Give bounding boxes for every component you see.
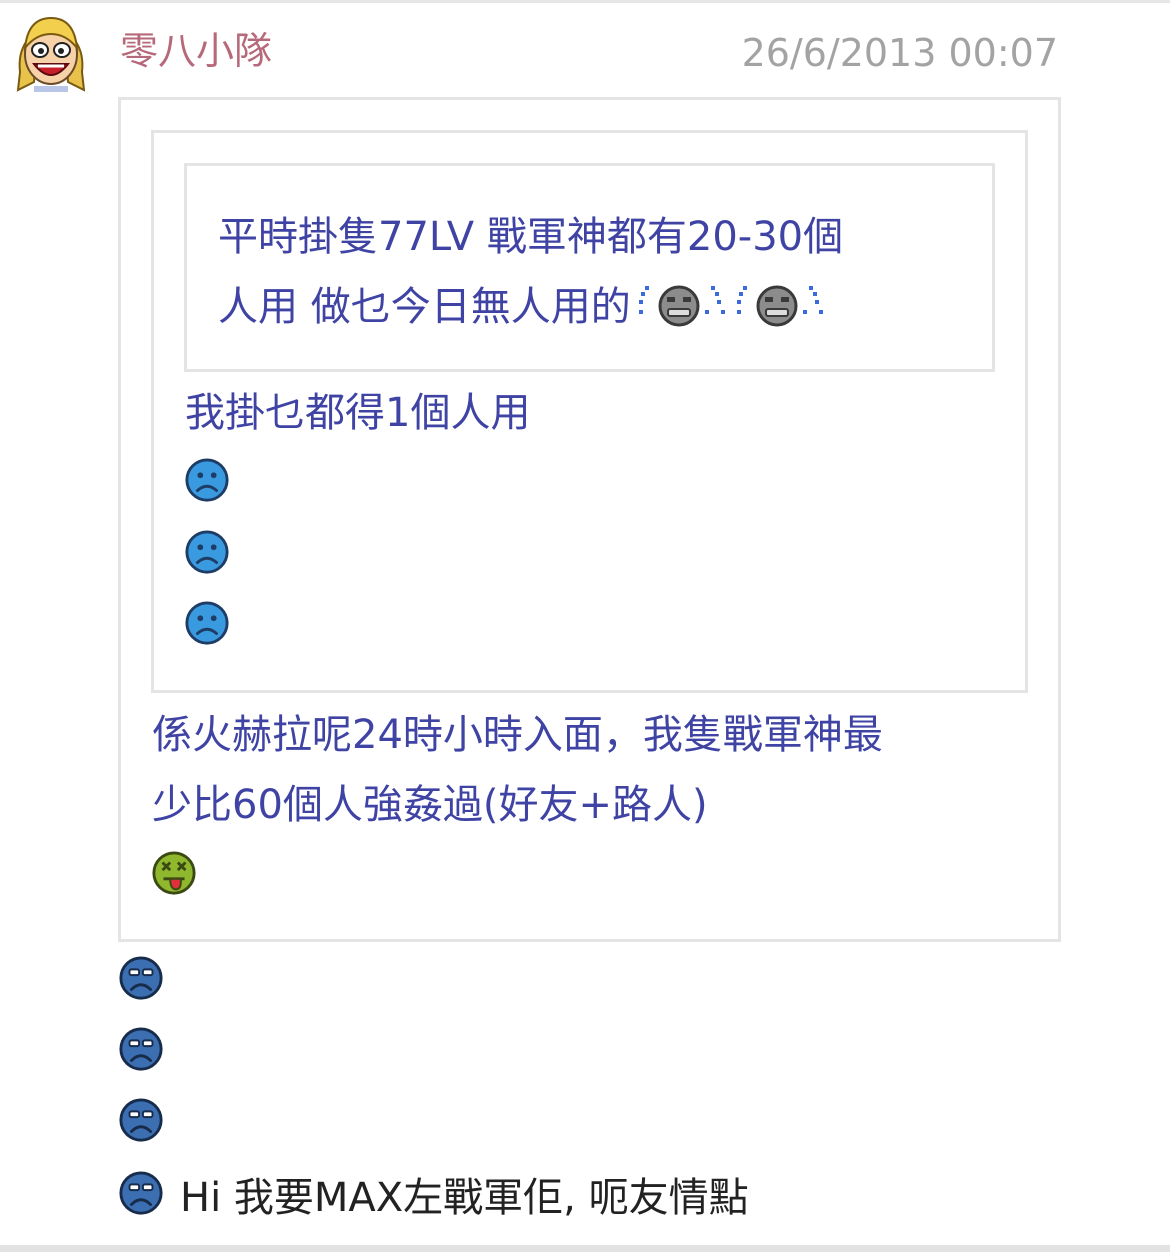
reply-text: Hi 我要MAX左戰軍佢, 呃友情點: [180, 1175, 749, 1221]
bottom-divider: [0, 1245, 1170, 1252]
quote-middle-text: 我掛乜都得1個人用: [185, 390, 531, 436]
quote-inner-line2-row: 人用 做乜今日無人用的: [218, 272, 827, 342]
frown-face-icon: [118, 1170, 164, 1216]
post-timestamp: 26/6/2013 00:07: [741, 31, 1058, 75]
avatar-image: [16, 16, 86, 92]
username[interactable]: 零八小隊: [120, 28, 272, 74]
sad-face-icon: [184, 457, 230, 503]
top-divider: [0, 0, 1170, 3]
avatar[interactable]: [12, 12, 90, 92]
quote-inner-line1: 平時掛隻77LV 戰軍神都有20-30個: [218, 214, 844, 260]
sick-face-icon: [151, 850, 197, 896]
frown-face-icon: [118, 955, 164, 1001]
quote-outer-line1: 係火赫拉呢24時小時入面，我隻戰軍神最: [152, 712, 883, 758]
sad-face-icon: [184, 600, 230, 646]
frown-face-icon: [118, 1026, 164, 1072]
quote-outer-line2: 少比60個人強姦過(好友+路人): [152, 782, 708, 828]
crying-face-icon: [637, 280, 729, 328]
sad-face-icon: [184, 529, 230, 575]
frown-face-icon: [118, 1097, 164, 1143]
quote-inner-line2: 人用 做乜今日無人用的: [218, 284, 631, 330]
crying-face-icon: [735, 280, 827, 328]
